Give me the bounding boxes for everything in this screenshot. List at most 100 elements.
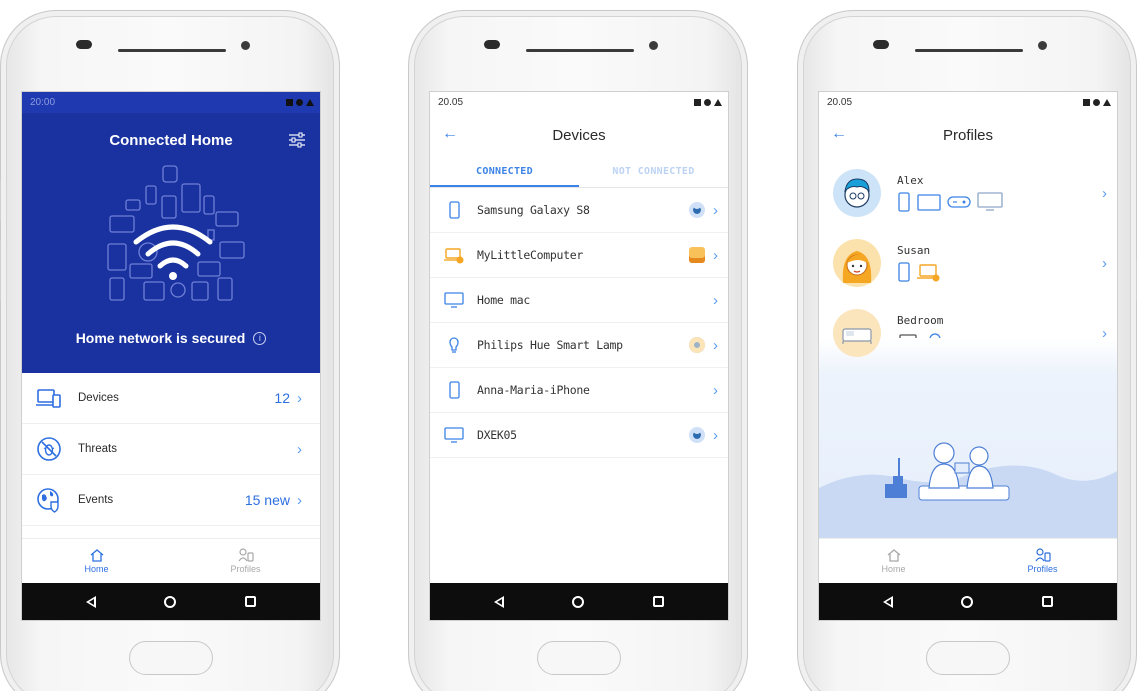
avatar: [833, 169, 881, 217]
bottom-navigation: Home Profiles: [819, 538, 1117, 583]
back-nav-icon[interactable]: [883, 595, 894, 608]
avatar-badge: [689, 427, 705, 443]
sensor: [241, 41, 250, 50]
side-button: [0, 181, 1, 221]
home-nav-icon[interactable]: [572, 595, 585, 608]
device-row[interactable]: Home mac ›: [430, 278, 728, 323]
avatar-badge: [689, 202, 705, 218]
phone-frame-profiles: 20.05 ← Profiles Alex › Susan › Bedroom …: [797, 10, 1137, 691]
tablet-icon: [917, 194, 941, 211]
page-title: Profiles: [942, 127, 994, 144]
hardware-home-button[interactable]: [129, 641, 213, 675]
chevron-right-icon: ›: [713, 201, 718, 219]
home-hero: 20:00 Connected Home Home network is sec…: [22, 92, 320, 373]
profile-devices: [897, 262, 1102, 282]
phone-icon: [449, 201, 460, 219]
connected-devices-illustration: [107, 165, 245, 301]
chevron-right-icon: ›: [297, 389, 302, 407]
avatar: [833, 309, 881, 357]
back-nav-icon[interactable]: [86, 595, 97, 608]
page-title: Devices: [552, 127, 606, 144]
profile-name: Alex: [897, 174, 924, 187]
phone-frame-devices: 20.05 ← Devices CONNECTED NOT CONNECTED …: [408, 10, 748, 691]
monitor-icon: [444, 427, 464, 443]
hardware-home-button[interactable]: [537, 641, 621, 675]
device-row[interactable]: Philips Hue Smart Lamp ›: [430, 323, 728, 368]
menu-item-threats[interactable]: Threats ›: [22, 424, 320, 475]
menu-item-events[interactable]: Events 15 new ›: [22, 475, 320, 526]
page-title: Connected Home: [109, 132, 233, 149]
monitor-icon: [444, 292, 464, 308]
globe-shield-icon: [37, 488, 59, 513]
status-bar: 20.05: [819, 92, 1117, 113]
sensor: [1038, 41, 1047, 50]
recents-nav-icon[interactable]: [1041, 596, 1053, 607]
home-nav-icon[interactable]: [164, 595, 177, 608]
battery-icon: [1103, 99, 1111, 106]
side-button: [0, 241, 1, 301]
notification-icon: [286, 99, 293, 106]
device-name: Anna-Maria-iPhone: [477, 383, 590, 397]
tab-home[interactable]: Home: [819, 539, 968, 583]
tab-profiles[interactable]: Profiles: [171, 539, 320, 583]
profile-row[interactable]: Alex ›: [819, 158, 1117, 228]
gamepad-icon: [947, 196, 971, 208]
recents-nav-icon[interactable]: [652, 596, 664, 607]
profiles-icon: [238, 548, 254, 562]
sensor: [649, 41, 658, 50]
menu-item-devices[interactable]: Devices 12 ›: [22, 373, 320, 424]
profile-name: Susan: [897, 244, 931, 257]
speaker: [526, 49, 634, 52]
profile-devices: [897, 192, 1102, 212]
android-nav-bar: [430, 583, 728, 620]
status-time: 20:00: [30, 97, 56, 108]
avatar-badge: [689, 247, 705, 263]
signal-icon: [1093, 99, 1100, 106]
profiles-screen: 20.05 ← Profiles Alex › Susan › Bedroom …: [818, 91, 1118, 621]
tab-label: Profiles: [1027, 564, 1058, 574]
phone-icon: [898, 192, 910, 212]
info-icon[interactable]: i: [253, 331, 267, 345]
device-row[interactable]: DXEK05 ›: [430, 413, 728, 458]
hardware-home-button[interactable]: [926, 641, 1010, 675]
tab-profiles[interactable]: Profiles: [968, 539, 1117, 583]
tab-label: Profiles: [230, 564, 261, 574]
camera: [873, 40, 889, 49]
monitor-icon: [977, 192, 1003, 211]
tab-label: Home: [84, 564, 109, 574]
profiles-icon: [1035, 548, 1051, 562]
events-count: 15 new: [244, 492, 290, 508]
tab-connected[interactable]: CONNECTED: [430, 158, 579, 187]
family-illustration: [819, 338, 1117, 538]
chevron-right-icon: ›: [713, 381, 718, 399]
back-arrow-icon[interactable]: ←: [442, 125, 458, 143]
profile-row[interactable]: Susan ›: [819, 228, 1117, 298]
menu-item-label: Threats: [78, 443, 117, 455]
android-nav-bar: [819, 583, 1117, 620]
device-row[interactable]: MyLittleComputer ›: [430, 233, 728, 278]
phone-icon: [449, 381, 460, 399]
back-arrow-icon[interactable]: ←: [831, 125, 847, 143]
chevron-right-icon: ›: [297, 491, 302, 509]
recents-nav-icon[interactable]: [244, 596, 256, 607]
speaker: [118, 49, 226, 52]
laptop-warning-icon: [917, 264, 940, 282]
back-nav-icon[interactable]: [494, 595, 505, 608]
devices-count: 12: [274, 390, 290, 406]
device-row[interactable]: Anna-Maria-iPhone ›: [430, 368, 728, 413]
status-time: 20.05: [438, 97, 464, 108]
home-menu: Devices 12 › Threats › Events 15 new ›: [22, 373, 320, 526]
home-nav-icon[interactable]: [961, 595, 974, 608]
battery-icon: [714, 99, 722, 106]
status-bar: 20:00: [22, 92, 320, 113]
menu-item-label: Events: [78, 494, 114, 506]
settings-sliders-icon[interactable]: [288, 131, 306, 149]
tab-not-connected[interactable]: NOT CONNECTED: [579, 158, 728, 187]
device-row[interactable]: Samsung Galaxy S8 ›: [430, 188, 728, 233]
network-status-text: Home network is secured: [75, 330, 246, 346]
status-time: 20.05: [827, 97, 853, 108]
device-name: MyLittleComputer: [477, 248, 583, 262]
home-shield-icon: [90, 549, 103, 562]
tab-home[interactable]: Home: [22, 539, 171, 583]
family-scene-graphic: [819, 442, 1117, 538]
